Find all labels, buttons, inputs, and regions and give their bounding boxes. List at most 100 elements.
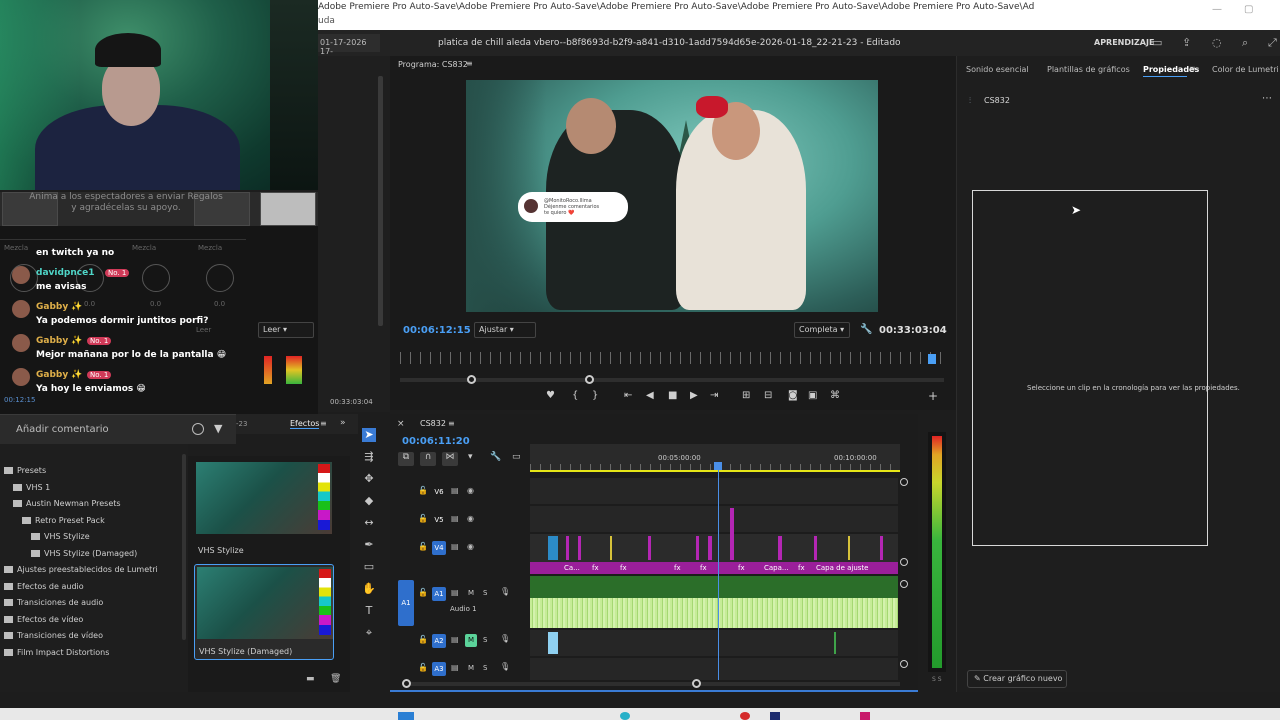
more-options-icon[interactable]: ⋯ xyxy=(1262,93,1272,104)
timeline-horizontal-scroll[interactable] xyxy=(402,679,900,688)
add-marker-icon[interactable]: ♥ xyxy=(546,390,555,401)
properties-menu-icon[interactable]: ≡ xyxy=(1189,64,1196,73)
timeline-timecode[interactable]: 00:06:11:20 xyxy=(402,436,470,447)
effects-tree-item[interactable]: Efectos de audio xyxy=(4,582,84,591)
taskbar-app-icon[interactable] xyxy=(770,712,780,720)
trash-icon[interactable]: 🗑 xyxy=(330,674,341,684)
effect-thumb-vhs-stylize[interactable]: VHS Stylize xyxy=(194,462,334,555)
effects-tree-item[interactable]: Ajustes preestablecidos de Lumetri xyxy=(4,565,158,574)
program-playhead-timecode[interactable]: 00:06:12:15 xyxy=(403,325,471,336)
share-icon[interactable]: ⇪ xyxy=(1182,36,1194,49)
add-comment-input[interactable]: Añadir comentario xyxy=(16,424,109,435)
mark-in-icon[interactable]: { xyxy=(572,390,578,401)
chat-avatar[interactable] xyxy=(12,300,30,318)
emoji-icon[interactable] xyxy=(192,423,204,435)
linked-selection-icon[interactable]: ⋈ xyxy=(442,452,458,466)
chat-username[interactable]: Gabby ✨ xyxy=(36,336,83,346)
hand-tool-icon[interactable]: ✋ xyxy=(362,582,376,596)
comparison-view-icon[interactable]: ▣ xyxy=(808,390,817,401)
track-visibility-eye-icon[interactable]: ◉ xyxy=(467,542,474,551)
timeline-vertical-scroll[interactable] xyxy=(900,478,908,670)
track-a3-lane[interactable] xyxy=(530,658,898,680)
vscroll-handle-mid2[interactable] xyxy=(900,580,908,588)
step-back-icon[interactable]: ◀ xyxy=(646,390,654,401)
effect-thumb-vhs-stylize-damaged[interactable]: VHS Stylize (Damaged) xyxy=(194,564,334,660)
video-clip[interactable] xyxy=(578,536,581,560)
nest-icon[interactable]: ⧉ xyxy=(398,452,414,466)
rectangle-tool-icon[interactable]: ▭ xyxy=(362,560,376,574)
minimize-icon[interactable]: — xyxy=(1212,4,1222,15)
mark-out-icon[interactable]: } xyxy=(592,390,598,401)
ripple-edit-tool-icon[interactable]: ✥ xyxy=(362,472,376,486)
track-v4-lane[interactable] xyxy=(530,534,898,562)
effects-tree-item[interactable]: VHS Stylize xyxy=(31,532,90,541)
effects-tab[interactable]: Efectos xyxy=(290,419,320,429)
adjustment-clip-label[interactable]: Capa de ajuste xyxy=(816,564,868,572)
audio-clip-a2[interactable] xyxy=(548,632,558,654)
sequence-menu-icon[interactable]: ≡ xyxy=(448,419,455,428)
effects-tree-item[interactable]: VHS 1 xyxy=(13,483,50,492)
fullscreen-icon[interactable]: ⤢ xyxy=(1268,36,1280,49)
pan-knob[interactable] xyxy=(206,264,234,292)
track-lock-icon[interactable]: 🔓 xyxy=(418,663,428,672)
effects-tree-item[interactable]: Presets xyxy=(4,466,46,475)
track-lock-icon[interactable]: 🔓 xyxy=(418,635,428,644)
video-clip[interactable] xyxy=(566,536,569,560)
chat-avatar[interactable] xyxy=(12,368,30,386)
effects-tree-item[interactable]: Austin Newman Presets xyxy=(13,499,121,508)
video-clip[interactable] xyxy=(708,536,712,560)
timeline-ruler[interactable]: 00:05:00:00 00:10:00:00 xyxy=(530,444,900,472)
mixer-scrollbar[interactable] xyxy=(378,76,383,326)
program-time-ruler[interactable] xyxy=(400,352,944,364)
chat-username[interactable]: davidpnce1 xyxy=(36,268,94,278)
tab-lumetri-color[interactable]: Color de Lumetri xyxy=(1212,65,1279,74)
video-clip[interactable] xyxy=(814,536,817,560)
vr-icon[interactable]: ⌘ xyxy=(830,390,840,401)
hscroll-handle-left[interactable] xyxy=(402,679,411,688)
track-a2-lane[interactable] xyxy=(530,630,898,656)
track-solo-button[interactable]: S xyxy=(483,634,487,647)
panel-layout-icon[interactable]: ▭ xyxy=(1152,36,1164,49)
tab-essential-sound[interactable]: Sonido esencial xyxy=(966,65,1029,74)
taskbar-app-icon[interactable] xyxy=(620,712,630,720)
video-clip[interactable] xyxy=(778,536,782,560)
video-clip[interactable] xyxy=(548,536,558,560)
track-v6-lane[interactable] xyxy=(530,478,898,504)
track-target-a3[interactable]: A3 xyxy=(432,662,446,676)
lift-icon[interactable]: ⊞ xyxy=(742,390,750,401)
track-visibility-eye-icon[interactable]: ◉ xyxy=(467,514,474,523)
voiceover-mic-icon[interactable]: 🎙 xyxy=(500,662,510,671)
track-solo-button[interactable]: S xyxy=(483,587,487,600)
track-lock-icon[interactable]: 🔓 xyxy=(418,542,428,551)
start-icon[interactable] xyxy=(398,712,414,720)
adjustment-clip-label[interactable]: fx xyxy=(700,564,707,572)
timeline-playhead[interactable] xyxy=(718,464,719,680)
video-clip[interactable] xyxy=(648,536,651,560)
track-mute-button[interactable]: M xyxy=(465,662,477,675)
sync-lock-icon[interactable]: ▤ xyxy=(451,514,459,523)
tab-graphics-templates[interactable]: Plantillas de gráficos xyxy=(1047,65,1130,74)
video-clip[interactable] xyxy=(610,536,612,560)
extract-icon[interactable]: ⊟ xyxy=(764,390,772,401)
sync-lock-icon[interactable]: ▤ xyxy=(451,588,459,597)
effects-tree-item[interactable]: Retro Preset Pack xyxy=(22,516,105,525)
scene-edit-tool-icon[interactable]: ⌖ xyxy=(362,626,376,640)
program-menu-icon[interactable]: ≡ xyxy=(466,59,473,68)
adjustment-clip-label[interactable]: fx xyxy=(592,564,599,572)
track-mute-button[interactable]: M xyxy=(465,634,477,647)
effects-tree-item[interactable]: Transiciones de audio xyxy=(4,598,103,607)
new-bin-icon[interactable]: ▬ xyxy=(306,674,315,684)
snap-icon[interactable]: ∩ xyxy=(420,452,436,466)
track-lock-icon[interactable]: 🔓 xyxy=(418,486,428,495)
track-target-a1[interactable]: A1 xyxy=(432,587,446,601)
adjustment-clip-label[interactable]: fx xyxy=(738,564,745,572)
video-clip[interactable] xyxy=(880,536,883,560)
read-mode-dropdown[interactable]: Leer ▾ xyxy=(258,322,314,338)
learn-workspace-button[interactable]: APRENDIZAJE xyxy=(1094,38,1154,47)
new-graphic-button[interactable]: ✎ Crear gráfico nuevo xyxy=(967,670,1067,688)
search-icon[interactable]: ⌕ xyxy=(1242,36,1254,49)
settings-wrench-icon[interactable]: 🔧 xyxy=(860,324,872,335)
chat-username[interactable]: Gabby ✨ xyxy=(36,370,83,380)
sync-lock-icon[interactable]: ▤ xyxy=(451,486,459,495)
adjustment-clip-label[interactable]: fx xyxy=(674,564,681,572)
